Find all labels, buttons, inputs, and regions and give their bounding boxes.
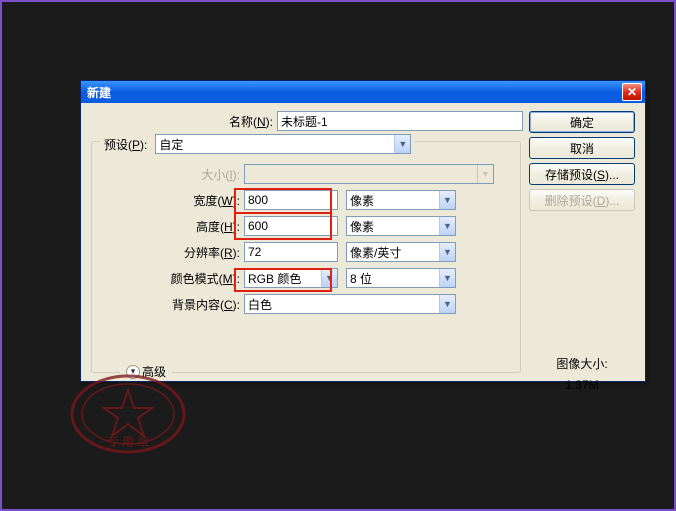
chevron-down-icon: ▼ [439,295,455,313]
color-mode-combo[interactable]: RGB 颜色 ▼ [244,268,338,288]
resolution-unit-combo[interactable]: 像素/英寸 ▼ [346,242,456,262]
width-unit-combo[interactable]: 像素 ▼ [346,190,456,210]
chevron-down-icon: ▼ [439,269,455,287]
preset-fieldset: 预设(P): 自定 ▼ 大小(I): ▼ 宽度(W): [91,141,521,373]
side-buttons: 确定 取消 存储预设(S)... 删除预设(D)... [529,111,635,211]
height-unit-value: 像素 [350,218,374,235]
height-label: 高度(H): [104,218,244,235]
outer-frame: 新建 ✕ 名称(N): 预设(P): 自定 ▼ [0,0,676,511]
image-size-value: 1.37M [529,378,635,392]
save-preset-button[interactable]: 存储预设(S)... [529,163,635,185]
color-depth-combo[interactable]: 8 位 ▼ [346,268,456,288]
svg-text:专 用 章: 专 用 章 [107,434,150,449]
chevron-down-icon: ▼ [321,269,337,287]
size-label: 大小(I): [104,166,244,183]
watermark-stamp: 专 用 章 [68,372,188,456]
image-size-info: 图像大小: 1.37M [529,355,635,398]
height-input[interactable] [244,216,338,236]
width-input[interactable] [244,190,338,210]
ok-button[interactable]: 确定 [529,111,635,133]
resolution-unit-value: 像素/英寸 [350,244,401,261]
size-combo: ▼ [244,164,494,184]
chevron-down-icon: ▼ [477,165,493,183]
cancel-button[interactable]: 取消 [529,137,635,159]
preset-value: 自定 [159,136,183,153]
dialog-body: 名称(N): 预设(P): 自定 ▼ 大小(I): ▼ [81,103,645,381]
delete-preset-button: 删除预设(D)... [529,189,635,211]
preset-combo[interactable]: 自定 ▼ [155,134,411,154]
chevron-down-icon: ▼ [439,243,455,261]
new-document-dialog: 新建 ✕ 名称(N): 预设(P): 自定 ▼ [80,80,646,382]
width-unit-value: 像素 [350,192,374,209]
image-size-label: 图像大小: [529,355,635,372]
width-label: 宽度(W): [104,192,244,209]
close-icon: ✕ [627,85,637,99]
preset-legend: 预设(P): 自定 ▼ [100,134,415,154]
chevron-down-icon: ▼ [394,135,410,153]
title-bar[interactable]: 新建 ✕ [81,81,645,103]
close-button[interactable]: ✕ [622,83,642,101]
name-input[interactable] [277,111,523,131]
chevron-down-icon: ▼ [439,217,455,235]
color-mode-value: RGB 颜色 [248,270,301,287]
bg-value: 白色 [248,296,272,313]
height-unit-combo[interactable]: 像素 ▼ [346,216,456,236]
name-label: 名称(N): [91,113,277,130]
bg-label: 背景内容(C): [104,296,244,313]
chevron-down-icon: ▼ [439,191,455,209]
dialog-title: 新建 [87,84,111,101]
resolution-label: 分辨率(R): [104,244,244,261]
bg-combo[interactable]: 白色 ▼ [244,294,456,314]
resolution-input[interactable] [244,242,338,262]
color-mode-label: 颜色模式(M): [104,270,244,287]
preset-label: 预设(P): [104,136,151,153]
color-depth-value: 8 位 [350,270,372,287]
